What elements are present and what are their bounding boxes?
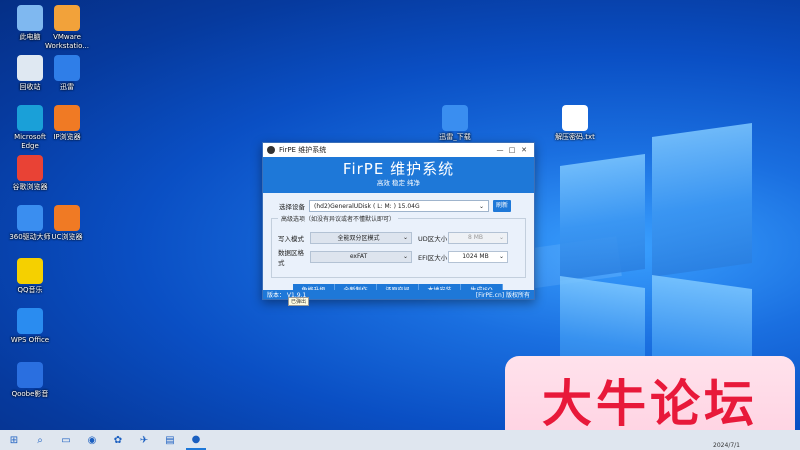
data-format-value: exFAT xyxy=(349,253,368,260)
device-select[interactable]: (hd2)GeneralUDisk ( L: M: ) 15.04G ⌄ xyxy=(309,200,489,212)
desktop-icon[interactable]: 迅雷_下载 xyxy=(430,105,480,142)
taskbar-clock[interactable]: 2024/7/1 xyxy=(713,442,740,449)
file-explorer-icon[interactable]: ▭ xyxy=(56,430,76,450)
taskbar: ⊞ ⌕ ▭ ◉ ✿ ✈ ▤ ● 2024/7/1 xyxy=(0,430,800,450)
banner-title: FirPE 维护系统 xyxy=(342,160,455,178)
desktop-icon[interactable]: 谷歌浏览器 xyxy=(5,155,55,192)
device-row: 选择设备 (hd2)GeneralUDisk ( L: M: ) 15.04G … xyxy=(271,198,526,214)
computer-icon xyxy=(17,5,43,31)
banner: FirPE 维护系统 高效 稳定 纯净 xyxy=(263,157,534,193)
xunlei-icon xyxy=(54,55,80,81)
chrome-icon xyxy=(17,155,43,181)
refresh-button[interactable]: 刷新 xyxy=(493,200,511,212)
desktop-icon-label: 谷歌浏览器 xyxy=(12,183,48,191)
chevron-down-icon: ⌄ xyxy=(478,202,484,210)
driver-icon xyxy=(17,205,43,231)
ud-size-value: 8 MB xyxy=(467,234,483,241)
chevron-down-icon: ⌄ xyxy=(498,253,504,260)
advanced-legend: 高级选项（如没有异议或者不懂默认即可） xyxy=(278,214,399,223)
desktop-icon[interactable]: UC浏览器 xyxy=(42,205,92,242)
edge-icon[interactable]: ◉ xyxy=(82,430,102,450)
ip-browser-icon xyxy=(54,105,80,131)
desktop-icon-label: QQ音乐 xyxy=(17,286,43,294)
advanced-options-group: 高级选项（如没有异议或者不懂默认即可） 写入模式 全能双分区模式 ⌄ UD区大小… xyxy=(271,214,526,278)
wallpaper-logo-pane xyxy=(652,122,752,278)
desktop-icon[interactable]: WPS Office xyxy=(5,308,55,345)
vmware-icon xyxy=(54,5,80,31)
firpe-icon[interactable]: ● xyxy=(186,430,206,450)
ud-size-label: UD区大小 xyxy=(418,234,448,243)
desktop-icon-label: WPS Office xyxy=(10,336,50,344)
maximize-button[interactable]: □ xyxy=(506,146,518,154)
desktop-icon[interactable]: QQ音乐 xyxy=(5,258,55,295)
efi-size-value: 1024 MB xyxy=(462,253,489,260)
firpe-logo-icon xyxy=(267,146,275,154)
tooltip: 已弹出 xyxy=(288,297,310,306)
search-icon[interactable]: ⌕ xyxy=(30,430,50,450)
chevron-down-icon: ⌄ xyxy=(402,253,408,260)
xunlei-icon[interactable]: ✈ xyxy=(134,430,154,450)
recycle-bin-icon xyxy=(17,55,43,81)
edge-icon xyxy=(17,105,43,131)
firpe-window: FirPE 维护系统 — □ ✕ FirPE 维护系统 高效 稳定 纯净 选择设… xyxy=(262,142,535,300)
ud-size-select[interactable]: 8 MB ⌄ xyxy=(448,231,508,244)
watermark-text: 大牛论坛 xyxy=(542,375,758,433)
desktop-icon-label: 迅雷_下载 xyxy=(439,133,471,141)
chevron-down-icon: ⌄ xyxy=(402,234,408,241)
efi-size-select[interactable]: 1024 MB ⌄ xyxy=(448,250,508,263)
write-mode-select[interactable]: 全能双分区模式 ⌄ xyxy=(310,231,412,244)
device-label: 选择设备 xyxy=(279,203,305,211)
site-text[interactable]: [FirPE.cn] 版权所有 xyxy=(476,290,530,299)
banner-subtitle: 高效 稳定 纯净 xyxy=(376,179,421,187)
minimize-button[interactable]: — xyxy=(494,146,506,154)
write-mode-label: 写入模式 xyxy=(278,234,304,243)
window-titlebar[interactable]: FirPE 维护系统 — □ ✕ xyxy=(263,143,534,157)
desktop-icon-label: 解压密码.txt xyxy=(555,133,595,141)
text-file-icon xyxy=(562,105,588,131)
wallpaper-logo-pane xyxy=(560,154,645,281)
qq-music-icon xyxy=(17,258,43,284)
device-value: (hd2)GeneralUDisk ( L: M: ) 15.04G xyxy=(314,202,420,210)
window-title: FirPE 维护系统 xyxy=(279,146,327,154)
uc-browser-icon xyxy=(54,205,80,231)
media-icon xyxy=(17,362,43,388)
data-format-label: 数据区格式 xyxy=(278,248,304,267)
options-row-2: 数据区格式 exFAT ⌄ EFI区大小 1024 MB ⌄ xyxy=(278,248,519,267)
chevron-down-icon: ⌄ xyxy=(498,234,504,241)
desktop-icon[interactable]: IP浏览器 xyxy=(42,105,92,142)
desktop-icon-label: IP浏览器 xyxy=(53,133,81,141)
write-mode-value: 全能双分区模式 xyxy=(337,235,380,242)
desktop-icon-label: 迅雷 xyxy=(60,83,74,91)
efi-size-label: EFI区大小 xyxy=(418,253,448,262)
desktop-icon-label: Qoobe影音 xyxy=(11,390,49,398)
desktop-icon-label: VMware Workstatio... xyxy=(45,33,89,50)
wps-icon xyxy=(17,308,43,334)
desktop-icon[interactable]: 解压密码.txt xyxy=(550,105,600,142)
desktop-icon[interactable]: VMware Workstatio... xyxy=(42,5,92,51)
desktop-icon[interactable]: 迅雷 xyxy=(42,55,92,92)
window-body: 选择设备 (hd2)GeneralUDisk ( L: M: ) 15.04G … xyxy=(263,193,534,298)
options-row-1: 写入模式 全能双分区模式 ⌄ UD区大小 8 MB ⌄ xyxy=(278,229,519,246)
desktop-icon-label: UC浏览器 xyxy=(51,233,83,241)
data-format-select[interactable]: exFAT ⌄ xyxy=(310,250,412,263)
settings-icon[interactable]: ✿ xyxy=(108,430,128,450)
notepad-icon[interactable]: ▤ xyxy=(160,430,180,450)
close-button[interactable]: ✕ xyxy=(518,146,530,154)
start-icon[interactable]: ⊞ xyxy=(4,430,24,450)
desktop-icon[interactable]: Qoobe影音 xyxy=(5,362,55,399)
xunlei-download-icon xyxy=(442,105,468,131)
